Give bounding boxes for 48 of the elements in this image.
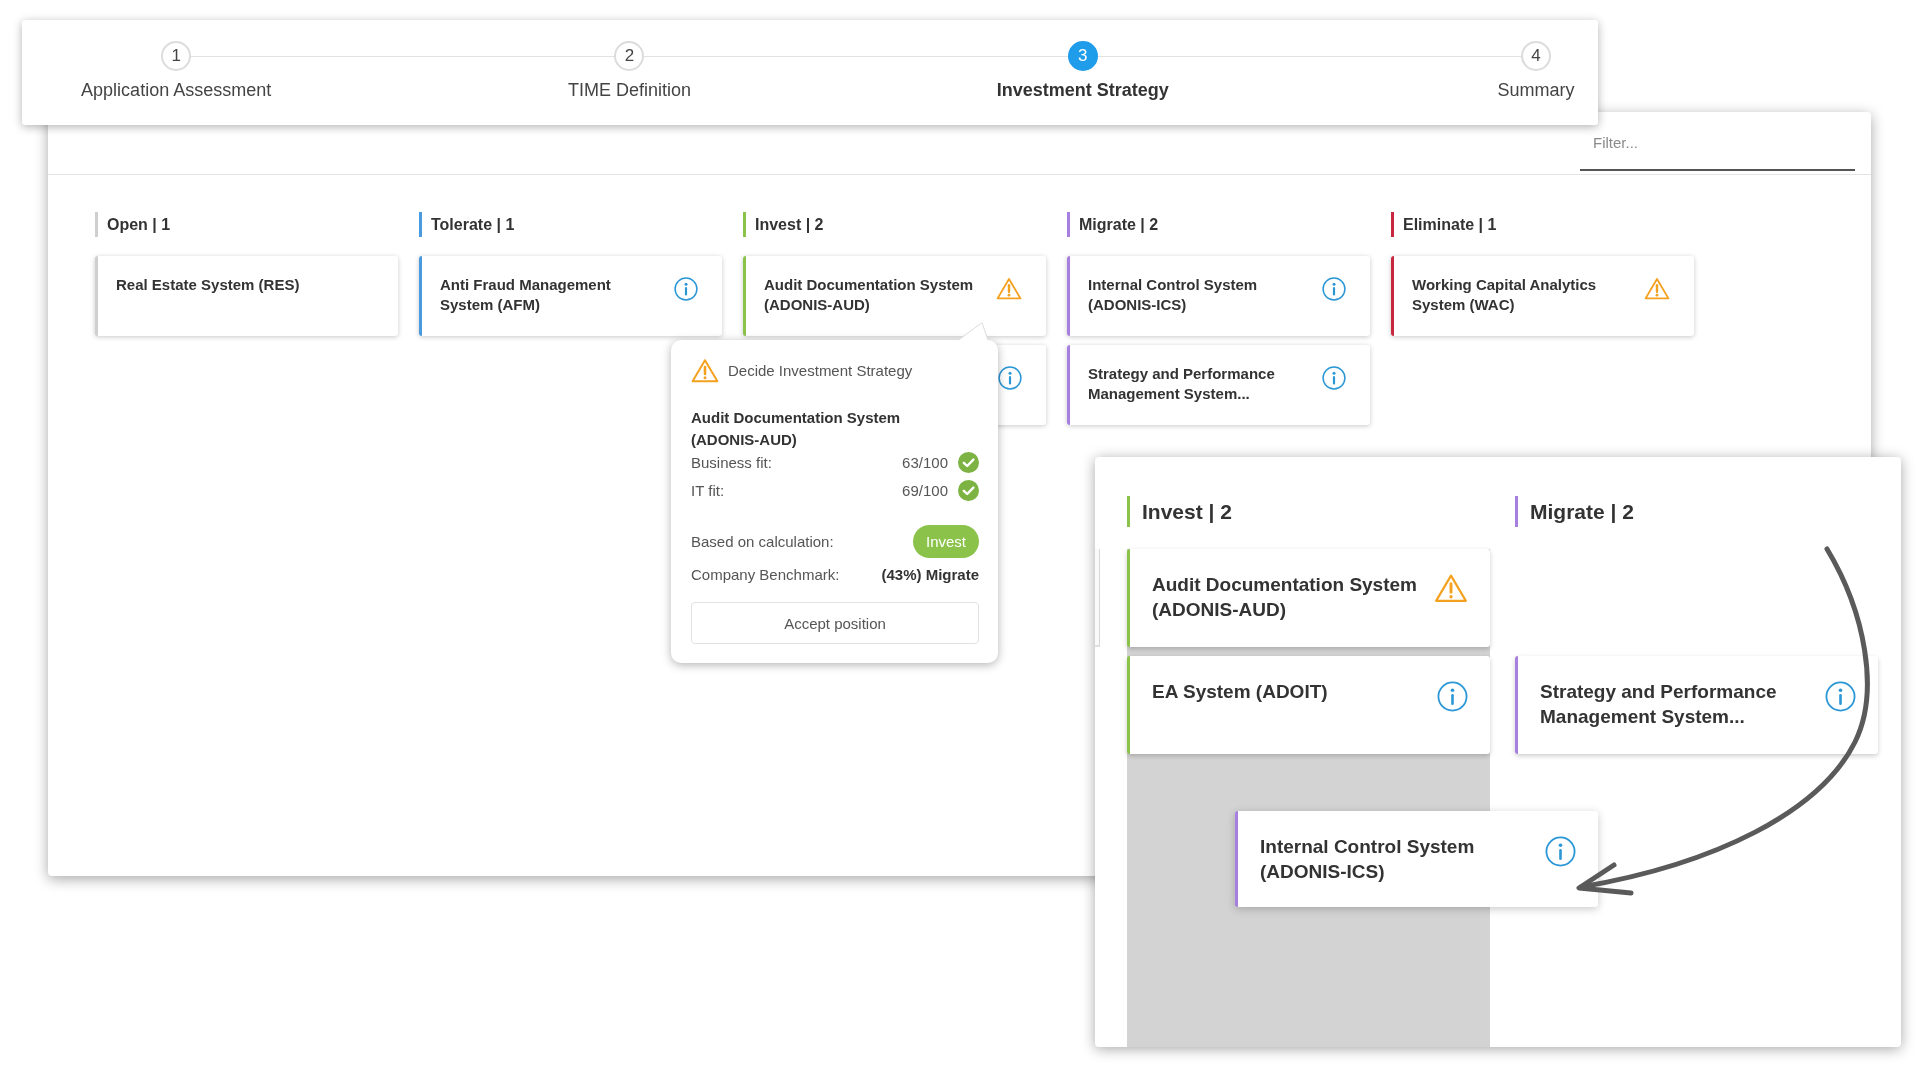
column-header: Migrate | 2	[1515, 496, 1878, 527]
fit-score: 69/100	[902, 481, 948, 499]
step-number: 1	[161, 41, 192, 71]
app-card[interactable]: Real Estate System (RES)	[95, 256, 398, 336]
fit-label: Business fit:	[691, 453, 773, 471]
info-icon[interactable]	[1545, 836, 1576, 867]
column-header: Eliminate | 1	[1391, 212, 1694, 237]
step-number: 4	[1521, 41, 1552, 71]
column-header: Invest | 2	[1127, 496, 1490, 527]
warning-icon[interactable]	[1434, 573, 1468, 603]
accept-position-button[interactable]: Accept position	[691, 602, 979, 644]
wizard-step[interactable]: 1 Application Assessment	[81, 41, 272, 101]
info-icon[interactable]	[1322, 366, 1346, 390]
warning-icon[interactable]	[996, 277, 1022, 300]
strategy-badge: Invest	[912, 525, 979, 558]
info-icon[interactable]	[1437, 681, 1468, 712]
app-card[interactable]: Audit Documentation System (ADONIS-AUD)	[743, 256, 1046, 336]
wizard-step[interactable]: 4 Summary	[1497, 41, 1575, 101]
fit-label: IT fit:	[691, 481, 726, 499]
step-number: 2	[614, 41, 645, 71]
app-card[interactable]: Internal Control System (ADONIS-ICS)	[1067, 256, 1370, 336]
app-card[interactable]: Audit Documentation System (ADONIS-AUD)	[1127, 549, 1490, 647]
wizard-step[interactable]: 3 Investment Strategy	[996, 41, 1169, 101]
warning-icon	[691, 358, 719, 383]
app-card[interactable]: Working Capital Analytics System (WAC)	[1391, 256, 1694, 336]
calculation-label: Based on calculation:	[691, 533, 834, 550]
app-card[interactable]: Strategy and Performance Management System...	[1515, 656, 1878, 754]
app-card[interactable]: Anti Fraud Management System (AFM)	[419, 256, 722, 336]
info-icon[interactable]	[1825, 681, 1856, 712]
step-number: 3	[1067, 41, 1098, 71]
info-icon[interactable]	[674, 277, 698, 301]
app-card[interactable]: Strategy and Performance Management System...	[1067, 345, 1370, 425]
benchmark-label: Company Benchmark:	[691, 565, 840, 583]
column-header: Tolerate | 1	[419, 212, 722, 237]
wizard-step[interactable]: 2 TIME Definition	[567, 41, 691, 101]
column-header: Open | 1	[95, 212, 398, 237]
app-card[interactable]: EA System (ADOIT)	[1127, 656, 1490, 754]
info-icon[interactable]	[1322, 277, 1346, 301]
filter-field[interactable]: Filter...	[1580, 127, 1855, 171]
column-header: Migrate | 2	[1067, 212, 1370, 237]
column-header: Invest | 2	[743, 212, 1046, 237]
info-icon[interactable]	[998, 366, 1022, 390]
application-name: Audit Documentation System (ADONIS-AUD)	[691, 408, 902, 450]
warning-icon[interactable]	[1644, 277, 1670, 300]
benchmark-value: (43%) Migrate	[881, 565, 979, 583]
fit-score: 63/100	[902, 453, 948, 471]
popover-heading: Decide Investment Strategy	[728, 362, 913, 379]
app-card[interactable]: Internal Control System (ADONIS-ICS)	[1235, 811, 1598, 907]
